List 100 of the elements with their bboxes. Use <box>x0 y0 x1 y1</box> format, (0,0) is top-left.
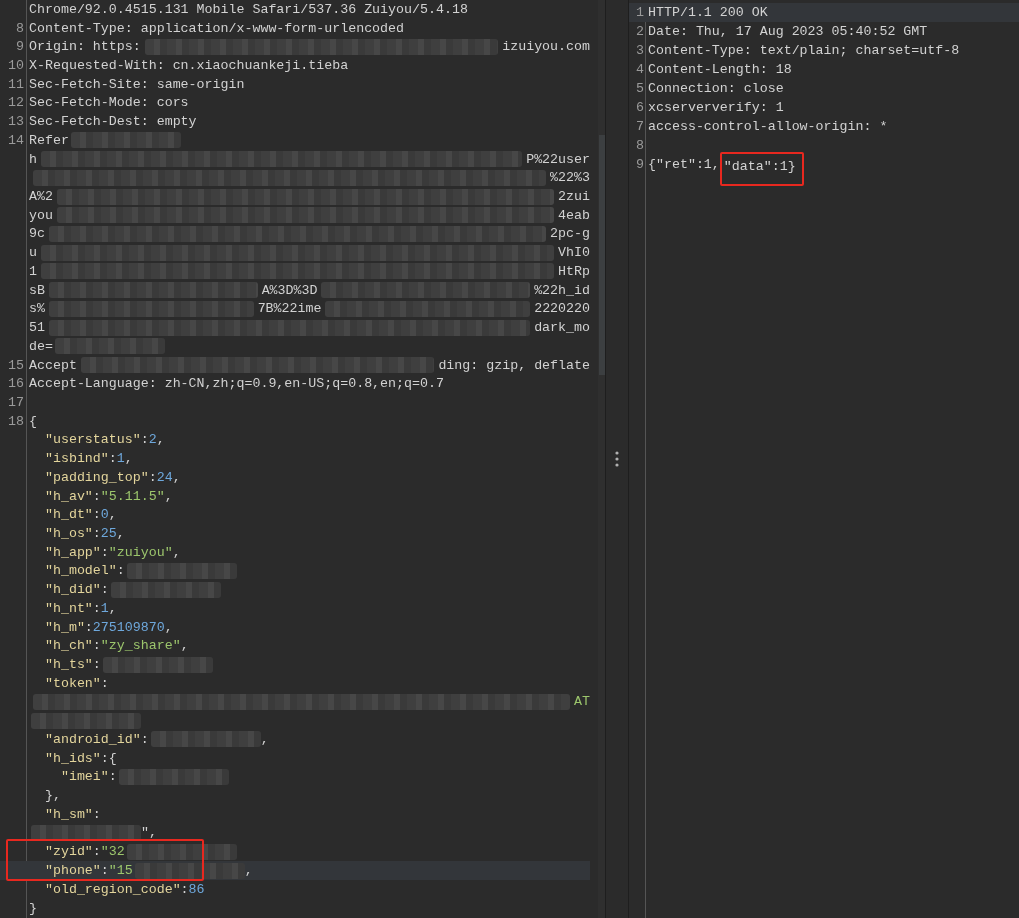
code-text: : <box>100 863 109 879</box>
code-text: Chrome/92.0.4515.131 Mobile Safari/537.36 Zuiyou/5.4.18 <box>29 1 468 17</box>
code-text: "android_id" <box>43 731 141 747</box>
code-text: Accept-Language: zh-CN,zh;q=0.9,en-US;q=0.8,en;q=0.7 <box>29 376 444 392</box>
code-text: "h_av" <box>43 488 93 504</box>
code-text: 1 <box>116 451 125 467</box>
code-text: 2zui <box>558 189 590 205</box>
code-text: "h_os" <box>43 526 93 541</box>
code-text: : <box>92 600 101 616</box>
code-text: "zy_share" <box>100 638 181 654</box>
code-text: "32 <box>100 844 125 860</box>
code-text: 2 <box>148 432 157 448</box>
code-text: "h_m" <box>43 619 85 635</box>
code-text: , <box>172 544 181 560</box>
code-text: "h_dt" <box>43 507 93 523</box>
code-text: 275109870 <box>92 619 165 635</box>
code-text: 24 <box>156 469 173 485</box>
code-text: xcserververify: 1 <box>648 100 784 115</box>
code-text: Accept <box>29 357 77 373</box>
code-text: : <box>92 488 101 504</box>
code-text: "h_nt" <box>43 600 93 616</box>
code-text: HtRp <box>558 263 590 279</box>
code-text: "padding_top" <box>43 469 149 485</box>
code-text: , <box>116 526 125 541</box>
code-text: %22h_id <box>534 282 590 298</box>
code-text: "h_ids" <box>43 750 101 766</box>
line-number: 18 <box>8 413 24 429</box>
code-text: "userstatus" <box>43 432 141 448</box>
code-text: 7B%22ime <box>257 301 322 317</box>
code-text: "h_app" <box>43 544 101 560</box>
code-text: "token" <box>43 675 101 691</box>
code-text: 2220220 <box>534 301 590 317</box>
code-text: 86 <box>188 882 205 898</box>
code-text: "h_did" <box>43 582 101 598</box>
code-text: sB <box>29 282 45 298</box>
code-text: , <box>260 731 269 747</box>
code-text: de= <box>29 338 53 354</box>
code-text: "h_ch" <box>43 638 93 654</box>
code-text: VhI0 <box>558 245 590 261</box>
code-text: s% <box>29 301 45 317</box>
code-text: Connection: close <box>648 81 784 96</box>
line-number: 6 <box>636 100 644 115</box>
code-text: 1 <box>100 600 109 616</box>
code-text: "isbind" <box>43 451 109 467</box>
code-text: : <box>148 469 157 485</box>
line-number: 9 <box>16 39 24 55</box>
code-text: : <box>108 451 117 467</box>
code-text: Origin: https: <box>29 39 141 55</box>
code-text: 2pc-g <box>550 226 590 242</box>
line-number: 4 <box>636 62 644 77</box>
code-text: { <box>29 413 37 429</box>
code-text: ding: gzip, deflate <box>438 357 590 373</box>
code-text: , <box>108 507 117 523</box>
code-text: : <box>92 806 101 822</box>
code-text: , <box>156 432 165 448</box>
code-text: Refer <box>29 132 69 148</box>
line-number: 1 <box>636 5 644 20</box>
code-text: , <box>164 488 173 504</box>
splitter-handle-icon[interactable] <box>615 451 619 467</box>
code-text: {"ret":1, <box>648 157 720 172</box>
code-text: }, <box>43 788 61 804</box>
scrollbar-thumb[interactable] <box>599 135 605 375</box>
code-text: u <box>29 245 37 261</box>
code-text: 4eab <box>558 207 590 223</box>
code-text: : <box>84 619 93 635</box>
code-text: : <box>92 638 101 654</box>
code-text: access-control-allow-origin: * <box>648 119 888 134</box>
code-text: , <box>164 619 173 635</box>
line-number: 16 <box>8 376 24 392</box>
code-text: "h_sm" <box>43 806 93 822</box>
line-number: 8 <box>636 138 644 153</box>
code-text: HTTP/1.1 200 OK <box>648 5 768 20</box>
line-number: 15 <box>8 357 24 373</box>
line-number: 8 <box>16 20 24 36</box>
code-text: Date: Thu, 17 Aug 2023 05:40:52 GMT <box>648 24 928 39</box>
code-text: P%22user <box>526 151 590 167</box>
code-text: "5.11.5" <box>100 488 165 504</box>
line-number: 3 <box>636 43 644 58</box>
code-text: :{ <box>100 750 117 766</box>
code-text: : <box>100 675 109 691</box>
code-text: X-Requested-With: cn.xiaochuankeji.tieba <box>29 58 349 73</box>
code-text: , <box>108 600 117 616</box>
code-text: : <box>140 432 149 448</box>
code-text: AT <box>574 694 590 710</box>
code-text: Sec-Fetch-Site: same-origin <box>29 76 245 92</box>
code-text: 9c <box>29 226 45 242</box>
line-number: 11 <box>8 76 24 92</box>
code-text: : <box>140 731 149 747</box>
code-text: : <box>100 544 109 560</box>
code-text: Sec-Fetch-Mode: cors <box>29 95 189 111</box>
code-text: ", <box>141 825 157 841</box>
line-number: 17 <box>8 394 24 410</box>
code-text: } <box>29 900 37 916</box>
code-text: "zyid" <box>43 844 93 860</box>
line-number: 9 <box>636 157 644 172</box>
code-text: "data":1} <box>723 158 796 174</box>
code-text: : <box>92 507 101 523</box>
code-text: "15 <box>108 863 133 879</box>
code-text: "h_ts" <box>43 657 93 672</box>
code-text: A%3D%3D <box>261 282 318 298</box>
